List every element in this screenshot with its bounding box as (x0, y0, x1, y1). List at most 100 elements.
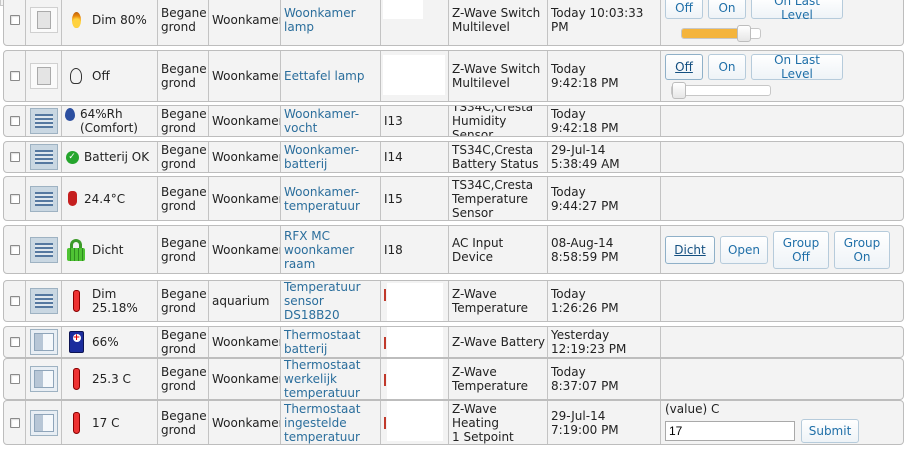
dim-level-slider[interactable] (681, 25, 761, 42)
device-last-seen: Today 9:44:27 PM (551, 184, 619, 213)
device-row: 24.4°C Begane grond Woonkamer Woonkamer-… (3, 176, 904, 221)
humidity-drop-icon (65, 107, 75, 121)
device-type: Z-Wave Heating 1 Setpoint (452, 401, 514, 444)
thermometer-icon (67, 191, 77, 206)
bulb-off-icon (70, 68, 82, 84)
dicht-button[interactable]: Dicht (665, 235, 715, 264)
device-last-seen: 08-Aug-14 8:58:59 PM (551, 235, 619, 264)
row-checkbox[interactable] (9, 337, 20, 347)
device-room: Woonkamer (212, 69, 281, 83)
device-row: Dim 80% Begane grond Woonkamer Woonkamer… (3, 0, 904, 46)
device-room: Woonkamer (212, 415, 281, 430)
slider-thumb[interactable] (737, 25, 752, 42)
on-button[interactable]: On (708, 0, 746, 19)
device-id: I13 (384, 114, 403, 128)
device-id: I15 (384, 191, 403, 206)
device-type: TS34C,Cresta Humidity Sensor (452, 106, 534, 136)
group-on-button[interactable]: Group On (834, 230, 890, 269)
red-marker (384, 337, 386, 349)
device-room: Woonkamer (212, 242, 281, 257)
redacted-area (387, 327, 443, 357)
device-name-link[interactable]: Thermostaat ingestelde temperatuur (284, 402, 360, 444)
submit-button[interactable]: Submit (801, 419, 859, 443)
device-status: Off (92, 69, 110, 83)
row-checkbox[interactable] (9, 152, 20, 162)
on-last-level-button[interactable]: On Last Level (751, 0, 843, 22)
device-type: Z-Wave Temperature (452, 365, 529, 393)
lock-closed-icon (67, 238, 85, 261)
device-name-link[interactable]: Woonkamer- vocht (284, 107, 359, 135)
group-off-button[interactable]: Group Off (773, 230, 829, 269)
device-status: Dim 25.18% (92, 287, 138, 315)
device-row: 66% Begane grond Woonkamer Thermostaat b… (3, 326, 904, 358)
setpoint-value-input[interactable] (665, 421, 795, 441)
open-button[interactable]: Open (720, 235, 768, 264)
device-image (29, 366, 58, 392)
dimmer-bulb-on-icon (71, 12, 81, 28)
row-checkbox[interactable] (9, 417, 20, 428)
device-status: 24.4°C (84, 191, 126, 206)
device-room: Woonkamer (212, 13, 281, 27)
device-last-seen: 29-Jul-14 7:19:00 PM (551, 408, 619, 437)
red-marker (384, 374, 386, 386)
device-name-link[interactable]: Woonkamer- temperatuur (284, 185, 360, 213)
battery-icon (68, 331, 84, 353)
device-status: 66% (92, 335, 119, 349)
row-checkbox[interactable] (9, 296, 20, 306)
thermometer-icon (72, 368, 80, 390)
device-name-link[interactable]: Thermostaat batterij (284, 328, 360, 356)
redacted-area (387, 283, 443, 321)
redacted-area (383, 0, 423, 19)
device-image (29, 236, 58, 263)
slider-thumb[interactable] (672, 82, 686, 99)
device-last-seen: Yesterday 12:19:23 PM (551, 328, 627, 356)
device-image (29, 7, 58, 33)
device-id: I18 (384, 242, 403, 257)
row-checkbox[interactable] (9, 71, 20, 81)
device-status: 17 C (92, 415, 120, 430)
row-checkbox[interactable] (9, 244, 20, 255)
device-type: Z-Wave Battery (452, 335, 546, 349)
device-status: Dim 80% (92, 13, 147, 27)
off-button[interactable]: Off (665, 54, 703, 80)
row-checkbox[interactable] (9, 15, 20, 25)
row-checkbox[interactable] (9, 116, 20, 126)
device-last-seen: Today 10:03:33 PM (551, 6, 644, 34)
on-button[interactable]: On (708, 54, 746, 80)
device-type: Z-Wave Switch Multilevel (452, 62, 541, 90)
setpoint-value-label: (value) C (665, 402, 720, 416)
device-type: Z-Wave Temperature (452, 287, 529, 315)
device-row: 25.3 C Begane grond Woonkamer Thermostaa… (3, 358, 904, 400)
device-floor: Begane grond (161, 143, 207, 171)
device-name-link[interactable]: RFX MC woonkamer raam (284, 229, 380, 271)
device-row: Off Begane grond Woonkamer Eettafel lamp… (3, 50, 904, 102)
device-name-link[interactable]: Thermostaat werkelijk temperatuur (284, 359, 360, 399)
device-row: Dim 25.18% Begane grond aquarium Tempera… (3, 280, 904, 322)
device-last-seen: Today 9:42:18 PM (551, 107, 619, 135)
thermometer-icon (72, 290, 80, 312)
redacted-area (387, 359, 443, 399)
device-status: Batterij OK (84, 150, 150, 164)
redacted-area (387, 401, 443, 441)
device-row: ✓ Batterij OK Begane grond Woonkamer Woon… (3, 141, 904, 173)
redacted-area (383, 55, 445, 95)
off-button[interactable]: Off (665, 0, 703, 19)
device-last-seen: Today 8:37:07 PM (551, 365, 619, 393)
row-checkbox[interactable] (9, 193, 20, 204)
device-floor: Begane grond (161, 408, 207, 437)
device-image (29, 288, 58, 314)
device-name-link[interactable]: Woonkamer- batterij (284, 143, 359, 171)
device-room: Woonkamer (212, 191, 281, 206)
device-room: aquarium (212, 294, 270, 308)
device-name-link[interactable]: Woonkamer lamp (284, 6, 380, 34)
device-last-seen: 29-Jul-14 5:38:49 AM (551, 143, 620, 171)
device-name-link[interactable]: Eettafel lamp (284, 69, 364, 83)
device-floor: Begane grond (161, 107, 207, 135)
device-floor: Begane grond (161, 62, 207, 90)
dim-level-slider[interactable] (671, 82, 771, 99)
device-image (29, 409, 58, 436)
device-name-link[interactable]: Temperatuur sensor DS18B20 (284, 281, 380, 321)
row-checkbox[interactable] (9, 374, 20, 384)
device-floor: Begane grond (161, 365, 207, 393)
on-last-level-button[interactable]: On Last Level (751, 53, 843, 81)
